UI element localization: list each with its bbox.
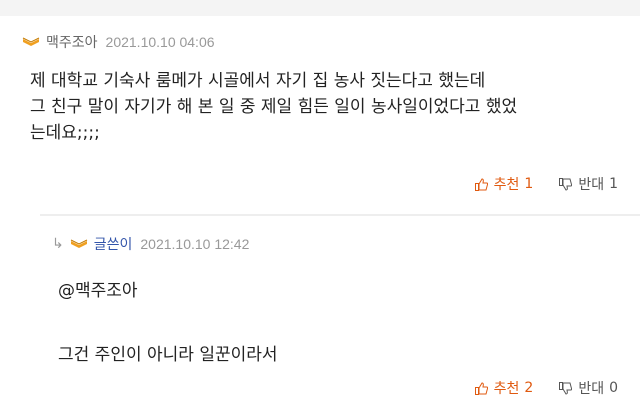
- thumbs-down-icon: [559, 381, 573, 395]
- comment-line: 제 대학교 기숙사 룸메가 시골에서 자기 집 농사 짓는다고 했는데: [30, 71, 486, 91]
- recommend-button[interactable]: 추천 2: [474, 378, 534, 398]
- recommend-count: 1: [524, 176, 534, 192]
- recommend-label: 추천: [493, 381, 520, 397]
- reply-mention[interactable]: @맥주조아: [58, 276, 138, 301]
- comment-meta: 맥주조아 2021.10.10 04:06: [22, 30, 215, 54]
- oppose-label: 반대: [578, 177, 605, 193]
- reply-text: 그건 주인이 아니라 일꾼이라서: [58, 345, 278, 365]
- reply-date: 2021.10.10 12:42: [140, 236, 250, 252]
- oppose-button[interactable]: 반대 0: [559, 378, 618, 398]
- thumbs-up-icon: [474, 177, 488, 191]
- comment-page: 맥주조아 2021.10.10 04:06 제 대학교 기숙사 룸메가 시골에서…: [0, 0, 640, 412]
- thumbs-down-icon: [559, 177, 573, 191]
- comment-author[interactable]: 맥주조아: [46, 32, 98, 52]
- reply-arrow-icon: ↳: [52, 236, 64, 252]
- comment-item: 맥주조아 2021.10.10 04:06 제 대학교 기숙사 룸메가 시골에서…: [0, 16, 640, 216]
- reply-author[interactable]: 글쓴이: [94, 234, 133, 254]
- recommend-button[interactable]: 추천 1: [474, 174, 534, 194]
- top-divider: [0, 0, 640, 16]
- level-badge-icon: [22, 37, 40, 46]
- reply-actions: 추천 2 반대 0: [449, 378, 618, 398]
- recommend-label: 추천: [493, 177, 520, 193]
- recommend-count: 2: [524, 380, 534, 396]
- comment-actions: 추천 1 반대 1: [449, 174, 618, 194]
- comment-date: 2021.10.10 04:06: [105, 34, 215, 50]
- thumbs-up-icon: [474, 381, 488, 395]
- reply-meta: ↳ 글쓴이 2021.10.10 12:42: [52, 232, 249, 256]
- reply-item: ↳ 글쓴이 2021.10.10 12:42 @맥주조아 그건 주인이 아니라 …: [40, 214, 640, 412]
- comment-line: 는데요;;;;: [30, 123, 100, 143]
- comment-body: 제 대학교 기숙사 룸메가 시골에서 자기 집 농사 짓는다고 했는데 그 친구…: [30, 68, 620, 146]
- oppose-count: 0: [609, 380, 618, 396]
- level-badge-icon: [70, 239, 87, 248]
- oppose-label: 반대: [578, 381, 605, 397]
- oppose-count: 1: [609, 176, 618, 192]
- oppose-button[interactable]: 반대 1: [559, 174, 618, 194]
- comment-line: 그 친구 말이 자기가 해 본 일 중 제일 힘든 일이 농사일이었다고 했었: [30, 97, 518, 117]
